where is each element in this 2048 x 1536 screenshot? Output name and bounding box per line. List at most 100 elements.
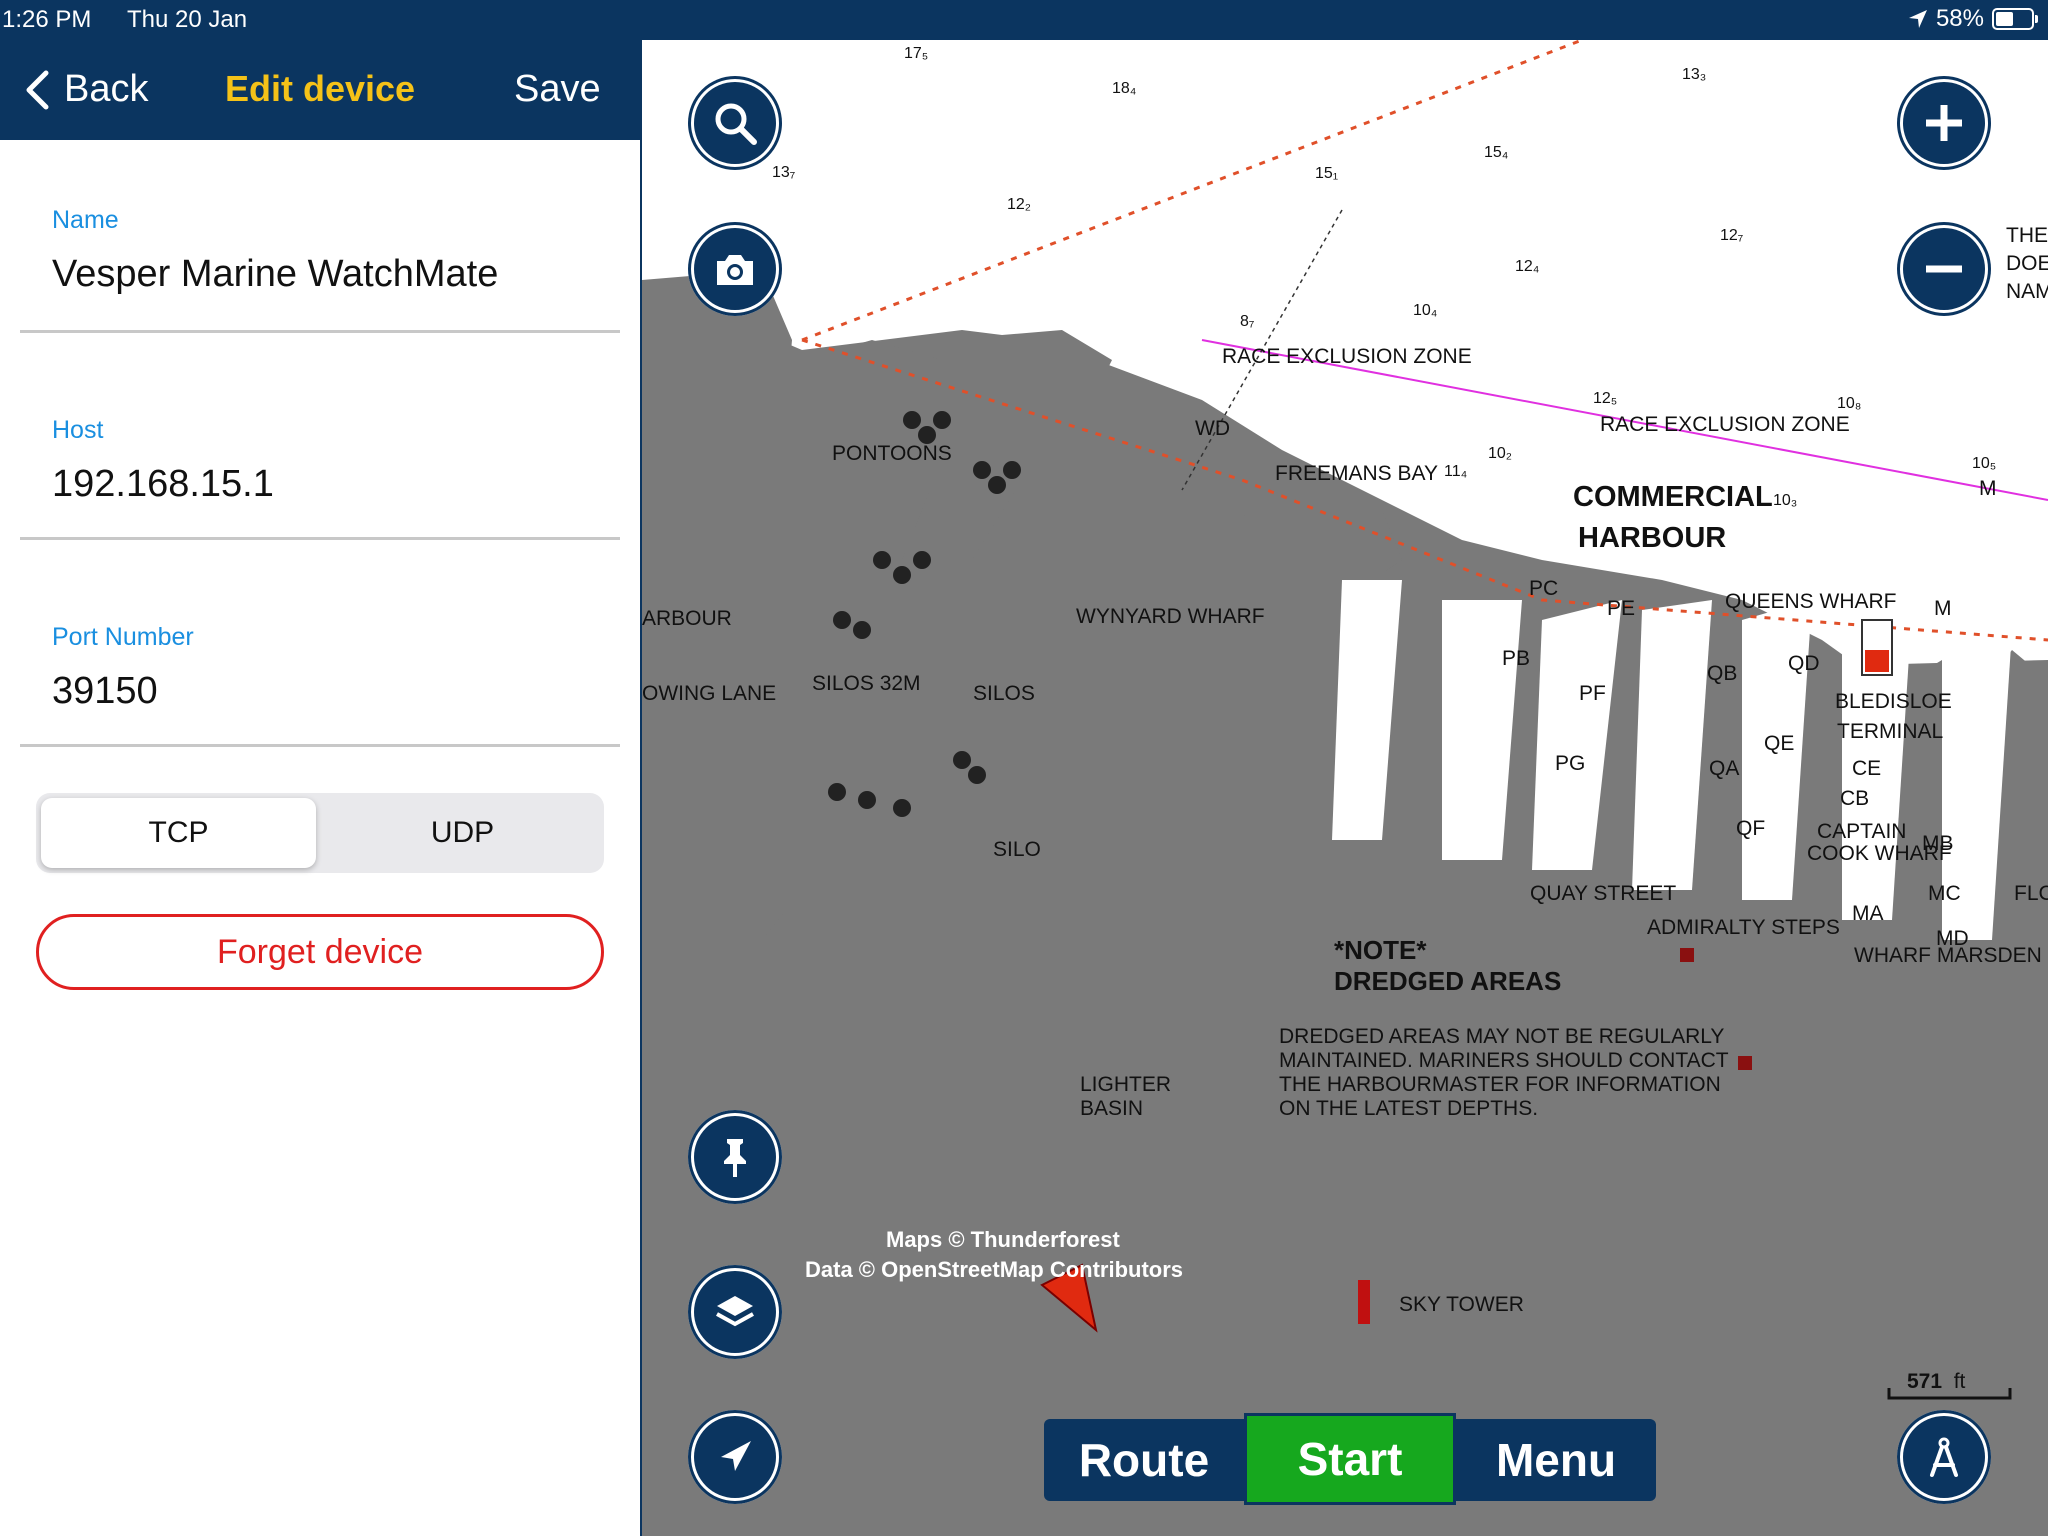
map-label: MC [1928,882,1961,905]
map-label: HARBOUR [1578,522,1727,554]
map-label: RACE EXCLUSION ZONE [1222,345,1472,368]
location-arrow-icon [721,1441,751,1471]
nav-bar: Back Edit device Save [0,40,640,140]
map-label: MB [1922,832,1954,855]
map-label: RACE EXCLUSION ZONE [1600,413,1850,436]
depth-sounding: 8₇ [1240,313,1255,330]
host-label: Host [52,416,104,444]
location-services-icon [1908,10,1927,28]
map-label: QUAY STREET [1530,882,1677,905]
magnifier-icon [715,103,757,145]
tcp-segment[interactable]: TCP [41,798,316,868]
depth-sounding: 17₅ [904,45,929,62]
map-label: *NOTE* [1334,935,1427,965]
map-label: BLEDISLOE [1835,690,1952,713]
minus-icon [1926,265,1962,273]
battery-fill [1996,12,2014,26]
edit-device-panel: Back Edit device Save Name Vesper Marine… [0,40,640,1536]
camera-icon [717,255,753,285]
map-label: PF [1579,682,1606,705]
compass-button[interactable] [1897,1410,1991,1504]
status-right: 58% [1908,5,2038,33]
map-label: M [1934,597,1952,620]
port-input[interactable]: 39150 [52,670,158,713]
map-label: PB [1502,647,1531,670]
depth-sounding: 10₃ [1773,492,1798,509]
chevron-left-icon [26,70,49,109]
map-credit: Data © OpenStreetMap Contributors [805,1257,1184,1282]
map-label: LIGHTER [1080,1073,1172,1096]
depth-sounding: 15₁ [1315,165,1339,182]
drop-pin-button[interactable] [688,1110,782,1204]
route-button[interactable]: Route [1044,1419,1244,1501]
port-field[interactable]: Port Number 39150 [20,537,620,747]
map-label: SILOS [973,682,1035,705]
map-label: PG [1555,752,1586,775]
layers-icon [716,1296,754,1327]
scale-bar [1887,1388,2012,1400]
depth-sounding: 18₄ [1112,80,1137,97]
compass-icon [1930,1437,1958,1477]
save-button[interactable]: Save [514,68,601,111]
plus-icon [1926,105,1962,141]
map-label: CE [1852,757,1882,780]
pushpin-icon [724,1139,746,1177]
name-label: Name [52,206,119,234]
depth-sounding: 10₈ [1837,395,1862,412]
map-label: QA [1709,757,1740,780]
depth-sounding: 13₃ [1682,66,1707,83]
depth-sounding: 12₅ [1593,390,1618,407]
port-label: Port Number [52,623,194,651]
depth-sounding: 10₂ [1488,445,1513,462]
battery-percent: 58% [1935,5,1984,32]
back-button[interactable]: Back [24,68,148,111]
name-input[interactable]: Vesper Marine WatchMate [52,253,498,296]
map-label: THE HARBOURMASTER FOR INFORMATION [1279,1073,1721,1096]
map-label: CB [1840,787,1870,810]
nautical-chart-map[interactable]: RACE EXCLUSION ZONE RACE EXCLUSION ZONE … [642,40,2048,1536]
map-label: THE DOE NAM [2006,224,2048,303]
map-label: ARBOUR [642,607,732,630]
map-label: PC [1529,577,1559,600]
map-label: SKY TOWER [1399,1293,1524,1316]
search-button[interactable] [688,76,782,170]
map-scale: 571 ft [1887,1370,2012,1400]
depth-sounding: 13₇ [772,164,796,181]
host-input[interactable]: 192.168.15.1 [52,463,274,506]
map-label: SILOS 32M [812,672,921,695]
status-date: Thu 20 Jan [127,6,248,33]
locate-me-button[interactable] [688,1410,782,1504]
map-label: DREDGED AREAS MAY NOT BE REGULARLY [1279,1025,1725,1048]
udp-segment[interactable]: UDP [326,798,599,868]
map-label: QUEENS WHARF [1725,590,1897,613]
zoom-in-button[interactable] [1897,76,1991,170]
map-label: OWING LANE [642,682,777,705]
map-label: WD [1195,417,1230,440]
map-label: PE [1607,597,1636,620]
host-field[interactable]: Host 192.168.15.1 [20,330,620,540]
menu-button[interactable]: Menu [1456,1419,1656,1501]
map-label: QF [1736,817,1766,840]
depth-sounding: 10₄ [1413,302,1438,319]
back-label: Back [64,68,149,110]
map-label: FLC [2014,882,2048,905]
start-button[interactable]: Start [1244,1413,1456,1505]
map-label: TERMINAL [1837,720,1944,743]
map-label: MA [1852,902,1884,925]
map-label: CAPTAIN [1817,820,1907,843]
map-label: MD [1936,927,1969,950]
map-credit: Maps © Thunderforest [886,1227,1120,1252]
map-label: QD [1788,652,1820,675]
battery-icon [1992,8,2038,30]
map-label: M [1979,477,1997,500]
name-field[interactable]: Name Vesper Marine WatchMate [20,140,620,333]
status-time: 1:26 PM [2,6,92,33]
zoom-out-button[interactable] [1897,222,1991,316]
map-label: PONTOONS [832,442,952,465]
forget-device-button[interactable]: Forget device [36,914,604,990]
map-label: BASIN [1080,1097,1144,1120]
map-label: COMMERCIAL [1573,481,1773,513]
map-label: WYNYARD WHARF [1076,605,1265,628]
camera-button[interactable] [688,222,782,316]
layers-button[interactable] [688,1265,782,1359]
